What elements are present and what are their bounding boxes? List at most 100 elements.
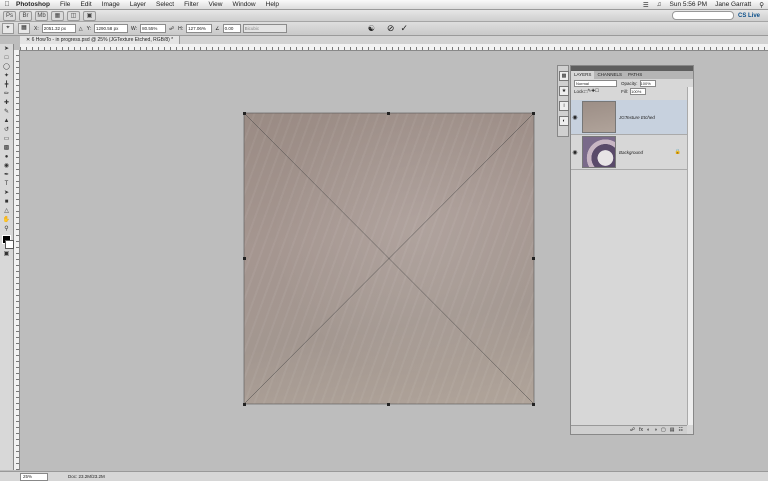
add-mask-icon[interactable]: ◐ [647,427,650,433]
volume-icon[interactable]: ♫ [653,1,666,8]
history-brush-tool-icon[interactable]: ↺ [1,126,12,134]
transform-handle-tc[interactable] [387,112,390,115]
w-field[interactable]: 80.55% [140,24,167,33]
layer-row-texture[interactable]: ◉ JGTexture Etched [571,100,687,135]
tab-layers[interactable]: LAYERS [571,71,595,79]
shape-tool-icon[interactable]: ■ [1,198,12,206]
spotlight-icon[interactable]: ⚲ [755,1,768,9]
delta-icon[interactable]: △ [79,26,83,32]
dodge-tool-icon[interactable]: ◉ [1,162,12,170]
gradient-tool-icon[interactable]: ▩ [1,144,12,152]
tools-panel: ➤ □ ◯ ✦ ╋ ✏ ✚ ✎ ▲ ↺ ▭ ▩ ● ◉ ✒ T ➤ ■ △ ✋ … [0,44,14,470]
brush-tool-icon[interactable]: ✎ [1,108,12,116]
tool-preset-icon[interactable]: ⌖ [2,23,14,34]
h-field[interactable]: 127.06% [186,24,213,33]
menu-image[interactable]: Image [97,1,125,8]
cs-live-button[interactable]: CS Live [738,13,760,19]
mini-bridge-icon[interactable]: Mb [35,10,48,21]
menu-filter[interactable]: Filter [179,1,203,8]
menu-edit[interactable]: Edit [75,1,96,8]
link-icon[interactable]: ☍ [169,26,174,32]
quick-mask-icon[interactable]: ▣ [1,250,12,258]
transform-handle-tr[interactable] [532,112,535,115]
healing-tool-icon[interactable]: ✚ [1,99,12,107]
info-icon[interactable]: i [559,101,569,111]
menu-window[interactable]: Window [228,1,261,8]
trash-icon[interactable]: ☷ [679,427,683,433]
fill-field[interactable]: 100% [630,87,647,95]
menu-view[interactable]: View [204,1,228,8]
document-title: 6 HowTo - in progress.psd @ 25% (JGTextu… [31,37,174,43]
visibility-eye-icon[interactable]: ◉ [571,149,579,156]
transform-handle-bc[interactable] [387,403,390,406]
zoom-field[interactable]: 25% [20,472,48,481]
layer-style-icon[interactable]: fx [639,427,643,433]
angle-icon: ∠ [215,25,220,32]
zoom-level-icon[interactable]: ▦ [51,10,64,21]
doc-info[interactable]: Doc: 23.2M/23.2M [68,474,105,479]
blend-mode-select[interactable]: Normal [574,79,617,87]
histogram-icon[interactable]: ▩ [559,71,569,81]
quick-select-tool-icon[interactable]: ✦ [1,72,12,80]
arrange-documents-icon[interactable]: ◫ [67,10,80,21]
cancel-transform-icon[interactable]: ⊘ [387,23,395,34]
warp-toggle-icon[interactable]: ☯ [368,24,375,33]
path-select-tool-icon[interactable]: ➤ [1,189,12,197]
navigator-icon[interactable]: ★ [559,86,569,96]
menu-select[interactable]: Select [151,1,179,8]
blur-tool-icon[interactable]: ● [1,153,12,161]
menu-layer[interactable]: Layer [125,1,151,8]
bridge-icon[interactable]: Br [19,10,32,21]
menu-help[interactable]: Help [261,1,284,8]
transform-handle-mr[interactable] [532,257,535,260]
menu-user[interactable]: Jane Garratt [711,1,755,8]
app-menu[interactable]: Photoshop [14,1,55,8]
clone-stamp-tool-icon[interactable]: ▲ [1,117,12,125]
hand-tool-icon[interactable]: ✋ [1,216,12,224]
opacity-field[interactable]: 100% [639,79,656,87]
tab-paths[interactable]: PATHS [625,71,645,79]
eraser-tool-icon[interactable]: ▭ [1,135,12,143]
adjustment-layer-icon[interactable]: ◑ [654,427,657,433]
lock-all-icon[interactable]: ☐ [595,88,599,94]
wifi-icon[interactable]: ☰ [639,1,653,9]
pen-tool-icon[interactable]: ✒ [1,171,12,179]
reference-point-icon[interactable]: ▦ [18,23,30,34]
move-tool-icon[interactable]: ➤ [1,45,12,53]
transform-handle-br[interactable] [532,403,535,406]
transform-handle-bl[interactable] [243,403,246,406]
x-field[interactable]: 2051.32 px [41,24,76,33]
3d-tool-icon[interactable]: △ [1,207,12,215]
eyedropper-tool-icon[interactable]: ✏ [1,90,12,98]
interpolation-select[interactable]: Bicubic [242,24,287,33]
commit-transform-icon[interactable]: ✓ [400,23,408,34]
adjustments-icon[interactable]: ◐ [559,116,569,126]
transform-handle-tl[interactable] [243,112,246,115]
menu-file[interactable]: File [55,1,75,8]
visibility-eye-icon[interactable]: ◉ [571,114,579,121]
horizontal-ruler[interactable] [20,44,768,51]
screen-mode-icon[interactable]: ▣ [83,10,96,21]
ps-logo-icon: Ps [3,10,16,21]
apple-icon[interactable]:  [0,1,14,8]
transform-handle-ml[interactable] [243,257,246,260]
close-icon[interactable]: ✕ [26,37,30,43]
zoom-tool-icon[interactable]: ⚲ [1,225,12,233]
document-tab[interactable]: ✕ 6 HowTo - in progress.psd @ 25% (JGTex… [20,36,181,44]
layer-row-background[interactable]: ◉ Background 🔒 [571,135,687,170]
new-group-icon[interactable]: ▢ [661,427,666,433]
search-input[interactable] [671,11,734,20]
marquee-tool-icon[interactable]: □ [1,54,12,62]
tab-channels[interactable]: CHANNELS [594,71,625,79]
layers-scrollbar[interactable] [687,87,693,425]
type-tool-icon[interactable]: T [1,180,12,188]
transform-bounding-box[interactable] [240,109,538,408]
crop-tool-icon[interactable]: ╋ [1,81,12,89]
new-layer-icon[interactable]: ▤ [670,427,675,433]
menu-clock[interactable]: Sun 5:56 PM [666,1,712,8]
lasso-tool-icon[interactable]: ◯ [1,63,12,71]
y-field[interactable]: 1290.58 px [94,24,129,33]
link-layers-icon[interactable]: ☍ [630,427,635,433]
angle-field[interactable]: 0.00 [222,24,241,33]
background-color-swatch[interactable] [5,240,14,249]
